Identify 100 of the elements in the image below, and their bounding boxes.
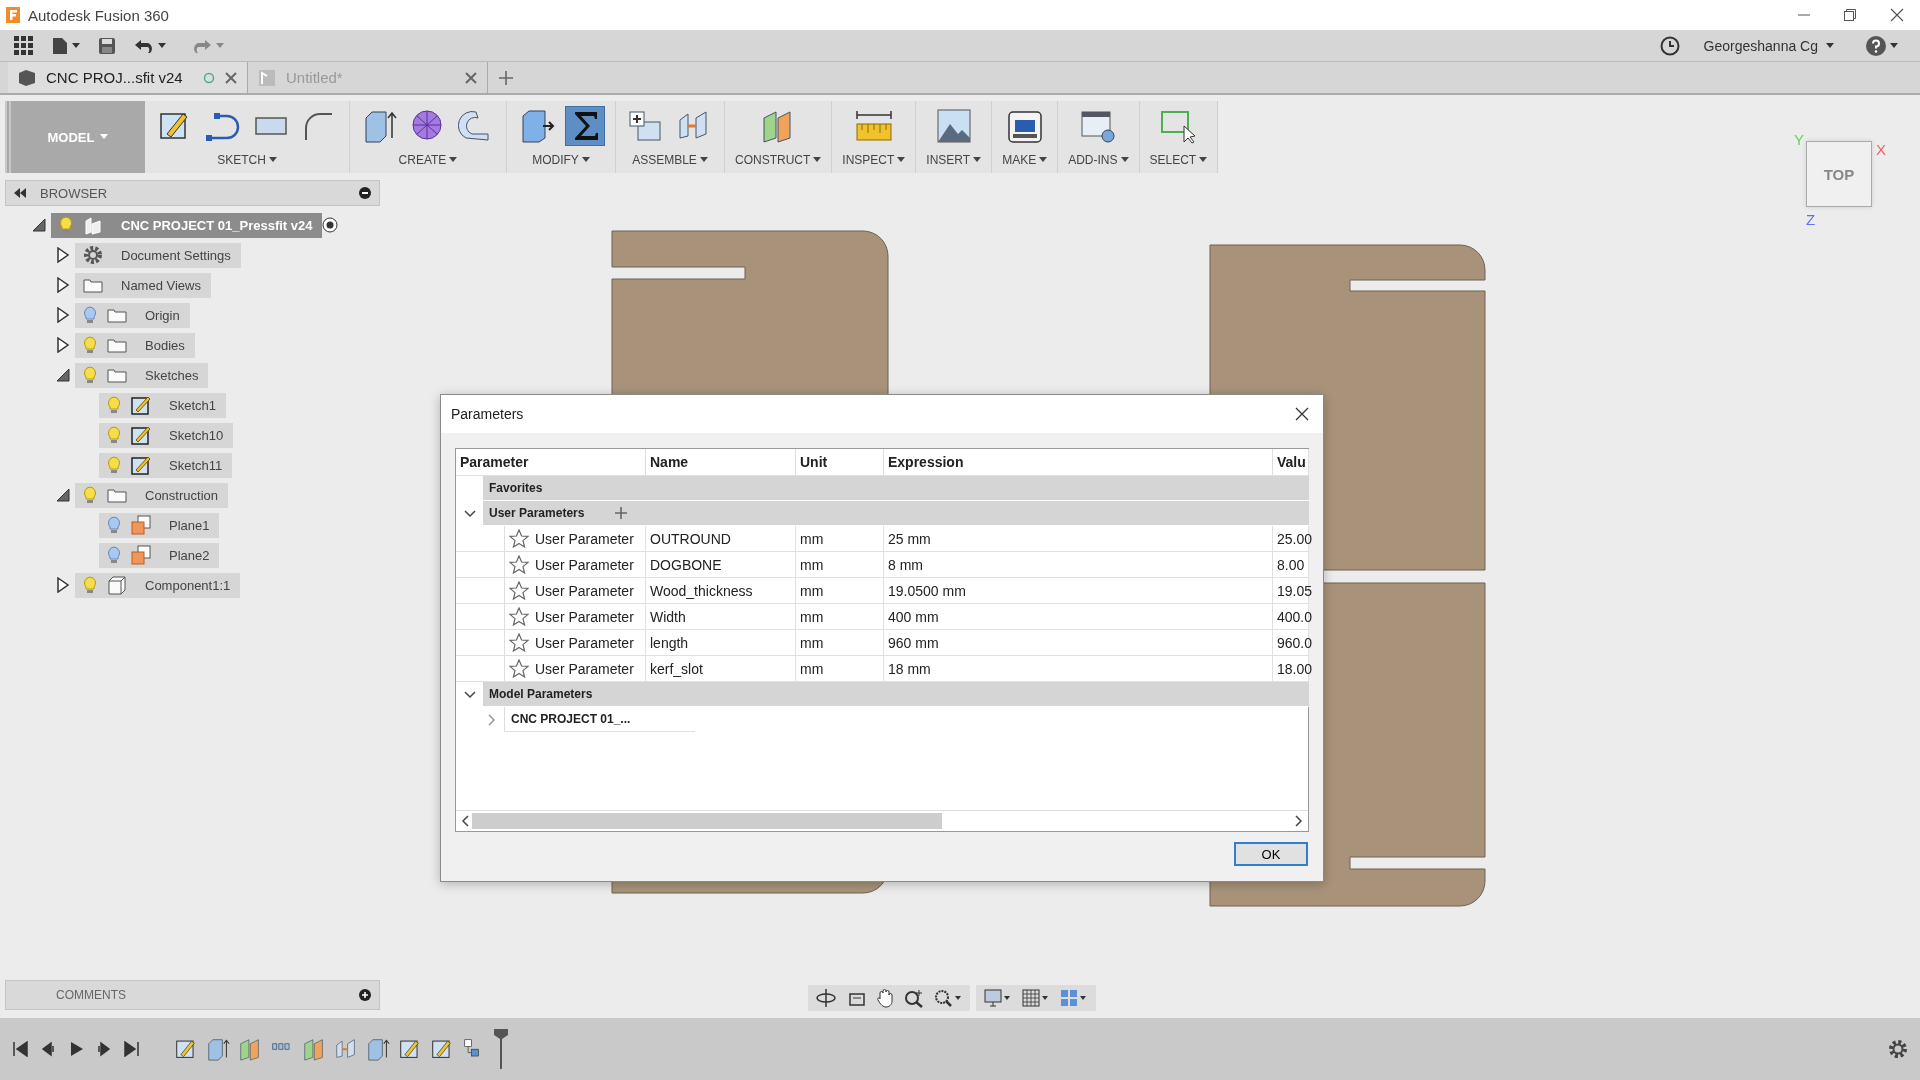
table-cell: 8 mm bbox=[884, 552, 1273, 578]
table-cell: mm bbox=[796, 578, 884, 604]
plane-icon[interactable] bbox=[238, 1037, 262, 1061]
close-icon[interactable] bbox=[1890, 8, 1904, 22]
job-status-clock-icon[interactable] bbox=[1659, 35, 1680, 56]
settings-icon[interactable] bbox=[1888, 1039, 1908, 1059]
skip-to-end-icon[interactable] bbox=[124, 1041, 140, 1057]
minimize-panel-icon[interactable] bbox=[359, 187, 371, 199]
tree-item[interactable]: Sketch10 bbox=[99, 422, 234, 448]
new-tab-icon[interactable] bbox=[498, 69, 514, 86]
ok-button[interactable]: OK bbox=[1234, 842, 1308, 866]
ribbon-menu[interactable]: CREATE bbox=[398, 153, 458, 167]
document-tab[interactable]: CNC PROJ...sfit v24 bbox=[8, 62, 248, 93]
timeline-marker-icon[interactable] bbox=[494, 1029, 508, 1069]
pan-hand-icon[interactable] bbox=[876, 988, 894, 1008]
light-bulb-icon[interactable] bbox=[83, 576, 97, 594]
table-cell: DOGBONE bbox=[646, 552, 796, 578]
chevron-down-icon[interactable] bbox=[463, 509, 476, 518]
tree-item[interactable]: Component1:1 bbox=[75, 572, 241, 598]
light-bulb-icon[interactable] bbox=[83, 336, 97, 354]
tree-item[interactable]: Plane2 bbox=[99, 542, 220, 568]
ribbon-menu[interactable]: CONSTRUCT bbox=[735, 153, 822, 167]
zoom-icon[interactable] bbox=[904, 988, 924, 1008]
expander-icon[interactable] bbox=[56, 337, 70, 353]
display-settings-icon[interactable] bbox=[984, 988, 1012, 1008]
group-row[interactable]: Model Parameters bbox=[483, 682, 1309, 707]
tree-item[interactable]: Bodies bbox=[75, 332, 195, 358]
ribbon-menu[interactable]: INSPECT bbox=[842, 153, 906, 167]
chevron-right-icon[interactable] bbox=[488, 713, 496, 726]
sketch-icon bbox=[131, 425, 151, 445]
viewports-icon[interactable] bbox=[1060, 988, 1088, 1008]
grid-settings-icon[interactable] bbox=[1022, 988, 1050, 1008]
expander-icon[interactable] bbox=[56, 247, 70, 263]
step-forward-icon[interactable] bbox=[96, 1041, 112, 1057]
favorite-star-icon[interactable] bbox=[509, 555, 529, 574]
tree-item[interactable]: Sketches bbox=[75, 362, 209, 388]
app-grid-icon[interactable] bbox=[14, 35, 34, 56]
expander-icon[interactable] bbox=[56, 577, 70, 593]
plane-icon[interactable] bbox=[302, 1037, 326, 1061]
expander-icon[interactable] bbox=[56, 277, 70, 293]
tree-item[interactable]: Sketch1 bbox=[99, 392, 226, 418]
close-tab-icon[interactable] bbox=[465, 71, 477, 84]
favorite-star-icon[interactable] bbox=[509, 529, 529, 548]
skip-to-start-icon[interactable] bbox=[12, 1041, 28, 1057]
close-tab-icon[interactable] bbox=[225, 71, 237, 84]
light-bulb-icon[interactable] bbox=[83, 486, 97, 504]
favorite-star-icon[interactable] bbox=[509, 607, 529, 626]
tree-item[interactable]: Sketch11 bbox=[99, 452, 233, 478]
extrude-icon[interactable] bbox=[366, 1037, 390, 1061]
ribbon-menu[interactable]: SKETCH bbox=[217, 153, 277, 167]
tree-item-label[interactable]: CNC PROJECT 01_... bbox=[504, 707, 695, 732]
restore-icon[interactable] bbox=[1844, 9, 1856, 21]
save-icon[interactable] bbox=[98, 36, 116, 55]
favorite-star-icon[interactable] bbox=[509, 633, 529, 652]
light-bulb-icon[interactable] bbox=[83, 366, 97, 384]
tree-item[interactable]: Origin bbox=[75, 302, 190, 328]
favorite-star-icon[interactable] bbox=[509, 659, 529, 678]
scroll-right-icon[interactable] bbox=[1294, 815, 1304, 827]
orbit-icon[interactable] bbox=[816, 988, 838, 1008]
ribbon-menu[interactable]: ASSEMBLE bbox=[632, 153, 708, 167]
tree-item[interactable]: Named Views bbox=[75, 272, 211, 298]
activate-radio-icon[interactable] bbox=[322, 217, 339, 233]
ribbon-menu[interactable]: INSERT bbox=[926, 153, 982, 167]
expander-icon[interactable] bbox=[56, 368, 70, 382]
joint-icon[interactable] bbox=[334, 1037, 358, 1061]
extrude-icon[interactable] bbox=[206, 1037, 230, 1061]
user-account-menu[interactable]: Georgeshanna Cg bbox=[1689, 35, 1848, 56]
add-parameter-icon[interactable] bbox=[614, 506, 629, 520]
sketch-icon[interactable] bbox=[174, 1037, 198, 1061]
sigma-tool[interactable] bbox=[565, 106, 605, 146]
ribbon-menu[interactable]: MODIFY bbox=[532, 153, 590, 167]
group-row[interactable]: Favorites bbox=[483, 476, 1309, 501]
light-bulb-icon[interactable] bbox=[107, 396, 121, 414]
scroll-left-icon[interactable] bbox=[460, 815, 470, 827]
expander-icon[interactable] bbox=[32, 218, 46, 232]
horizontal-scrollbar[interactable] bbox=[456, 810, 1308, 831]
play-icon[interactable] bbox=[68, 1041, 84, 1057]
ribbon-menu[interactable]: MAKE bbox=[1002, 153, 1048, 167]
zoom-window-icon[interactable] bbox=[934, 988, 962, 1008]
light-bulb-icon[interactable] bbox=[107, 426, 121, 444]
light-bulb-icon[interactable] bbox=[107, 456, 121, 474]
group-row[interactable]: User Parameters bbox=[483, 501, 1309, 526]
tree-item[interactable]: Construction bbox=[75, 482, 228, 508]
step-back-icon[interactable] bbox=[40, 1041, 56, 1057]
add-comment-icon[interactable] bbox=[359, 989, 371, 1001]
sketch-icon[interactable] bbox=[430, 1037, 454, 1061]
tree-item[interactable]: Plane1 bbox=[99, 512, 220, 538]
document-icon bbox=[258, 68, 276, 87]
expander-icon[interactable] bbox=[56, 307, 70, 323]
new-component-icon bbox=[628, 108, 664, 144]
expander-icon[interactable] bbox=[56, 488, 70, 502]
selection-arrow-icon bbox=[1160, 108, 1197, 144]
collapse-panel-icon[interactable] bbox=[14, 188, 26, 198]
ribbon-menu[interactable]: SELECT bbox=[1149, 153, 1208, 167]
caret-icon bbox=[1890, 42, 1898, 49]
sketch-icon[interactable] bbox=[398, 1037, 422, 1061]
chevron-down-icon[interactable] bbox=[463, 690, 476, 699]
favorite-star-icon[interactable] bbox=[509, 581, 529, 600]
tree-item[interactable]: Document Settings bbox=[75, 242, 241, 268]
ribbon-menu[interactable]: ADD-INS bbox=[1068, 153, 1129, 167]
